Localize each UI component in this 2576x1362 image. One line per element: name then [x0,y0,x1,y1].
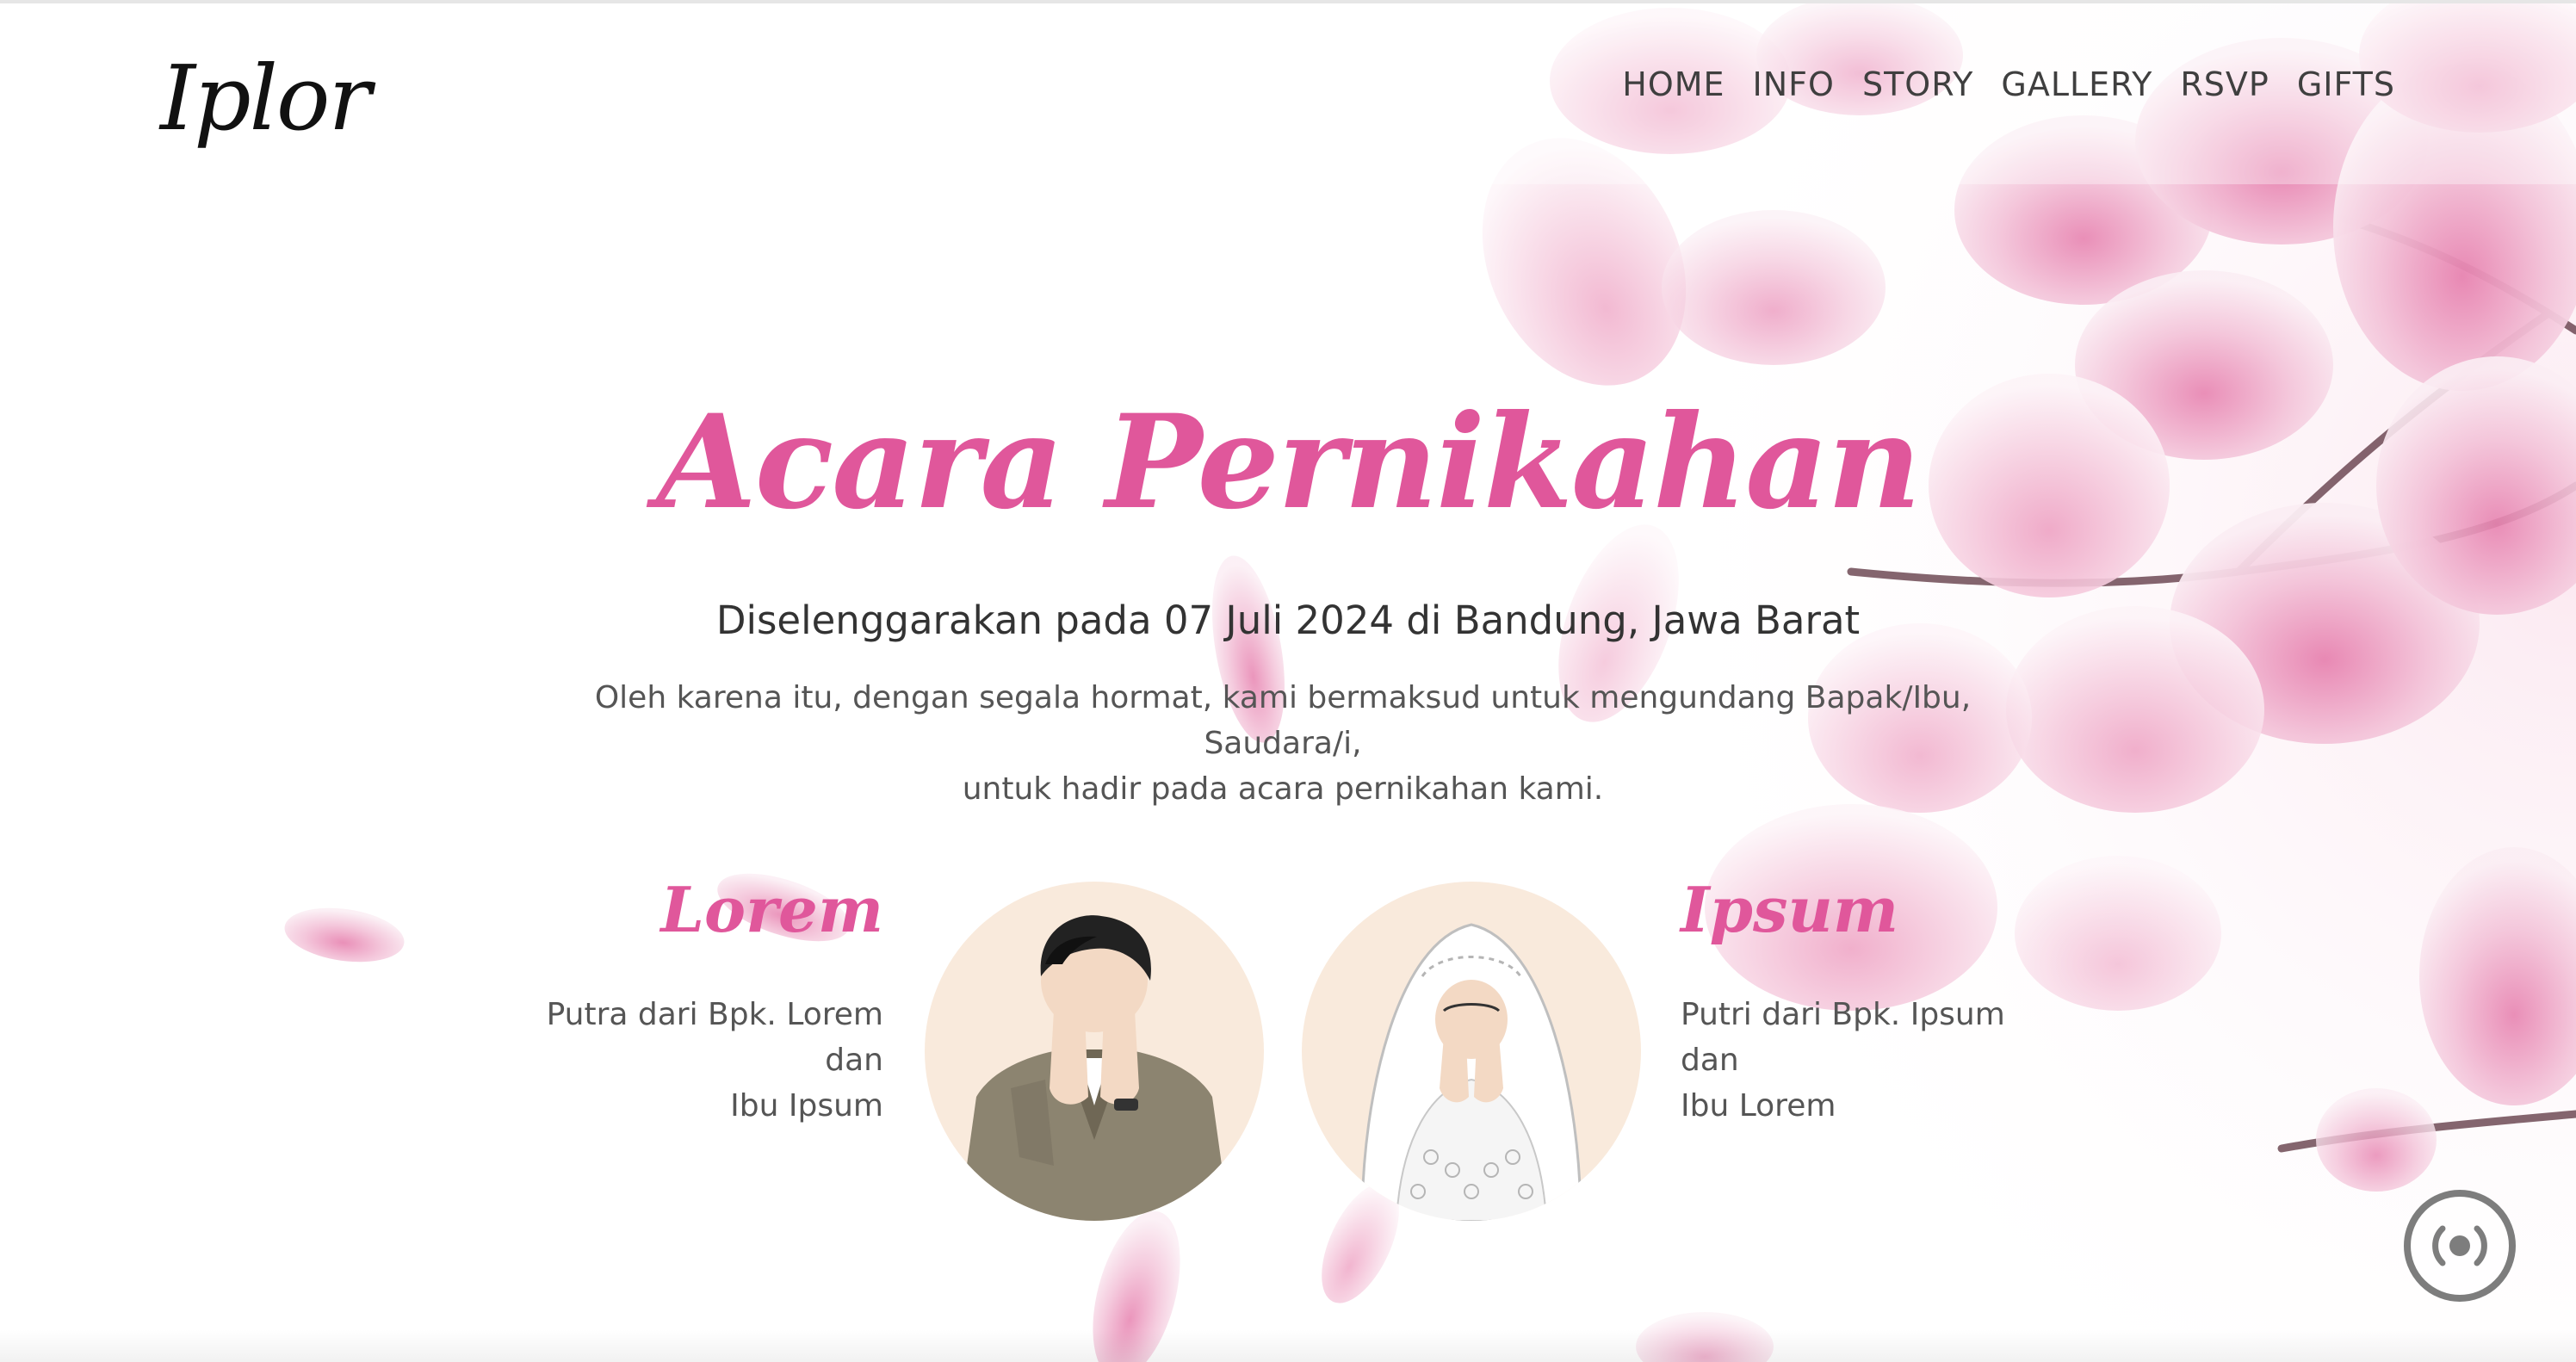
bride-name: Ipsum [1681,873,1899,946]
groom-parent-line: Ibu Ipsum [730,1088,883,1124]
invitation-text: Oleh karena itu, dengan segala hormat, k… [517,675,2049,812]
hero-title: Acara Pernikahan [656,387,1921,538]
invitation-line: untuk hadir pada acara pernikahan kami. [962,771,1604,807]
music-toggle-button[interactable] [2404,1190,2516,1302]
nav-link-info[interactable]: INFO [1753,65,1835,103]
bride-parents: Putri dari Bpk. Ipsum dan Ibu Lorem [1681,992,2042,1129]
nav-link-gallery[interactable]: GALLERY [2001,65,2152,103]
groom-illustration [959,915,1229,1221]
nav-link-rsvp[interactable]: RSVP [2180,65,2269,103]
bride-parent-line: dan [1681,1043,1739,1078]
invitation-page: Iplor HOME INFO STORY GALLERY RSVP GIFTS… [0,0,2576,1362]
invitation-line: Oleh karena itu, dengan segala hormat, k… [594,680,1972,761]
hero-section: Acara Pernikahan Diselenggarakan pada 07… [0,3,2576,1362]
groom-avatar [925,882,1264,1221]
nav-link-home[interactable]: HOME [1622,65,1725,103]
groom-parent-line: Putra dari Bpk. Lorem [546,997,883,1032]
nav-link-gifts[interactable]: GIFTS [2297,65,2395,103]
brand-logo[interactable]: Iplor [160,29,371,167]
groom-parent-line: dan [825,1043,883,1078]
bride-illustration [1360,923,1582,1221]
groom-name: Lorem [660,873,883,946]
bride-parent-line: Putri dari Bpk. Ipsum [1681,997,2005,1032]
groom-parents: Putra dari Bpk. Lorem dan Ibu Ipsum [522,992,883,1129]
top-navbar: Iplor HOME INFO STORY GALLERY RSVP GIFTS [0,3,2576,184]
event-date-line: Diselenggarakan pada 07 Juli 2024 di Ban… [715,597,1861,643]
bride-parent-line: Ibu Lorem [1681,1088,1836,1124]
nav-link-story[interactable]: STORY [1862,65,1973,103]
bride-avatar [1302,882,1641,1221]
nav-menu: HOME INFO STORY GALLERY RSVP GIFTS [1622,65,2395,103]
radio-broadcast-icon [2432,1225,2487,1266]
